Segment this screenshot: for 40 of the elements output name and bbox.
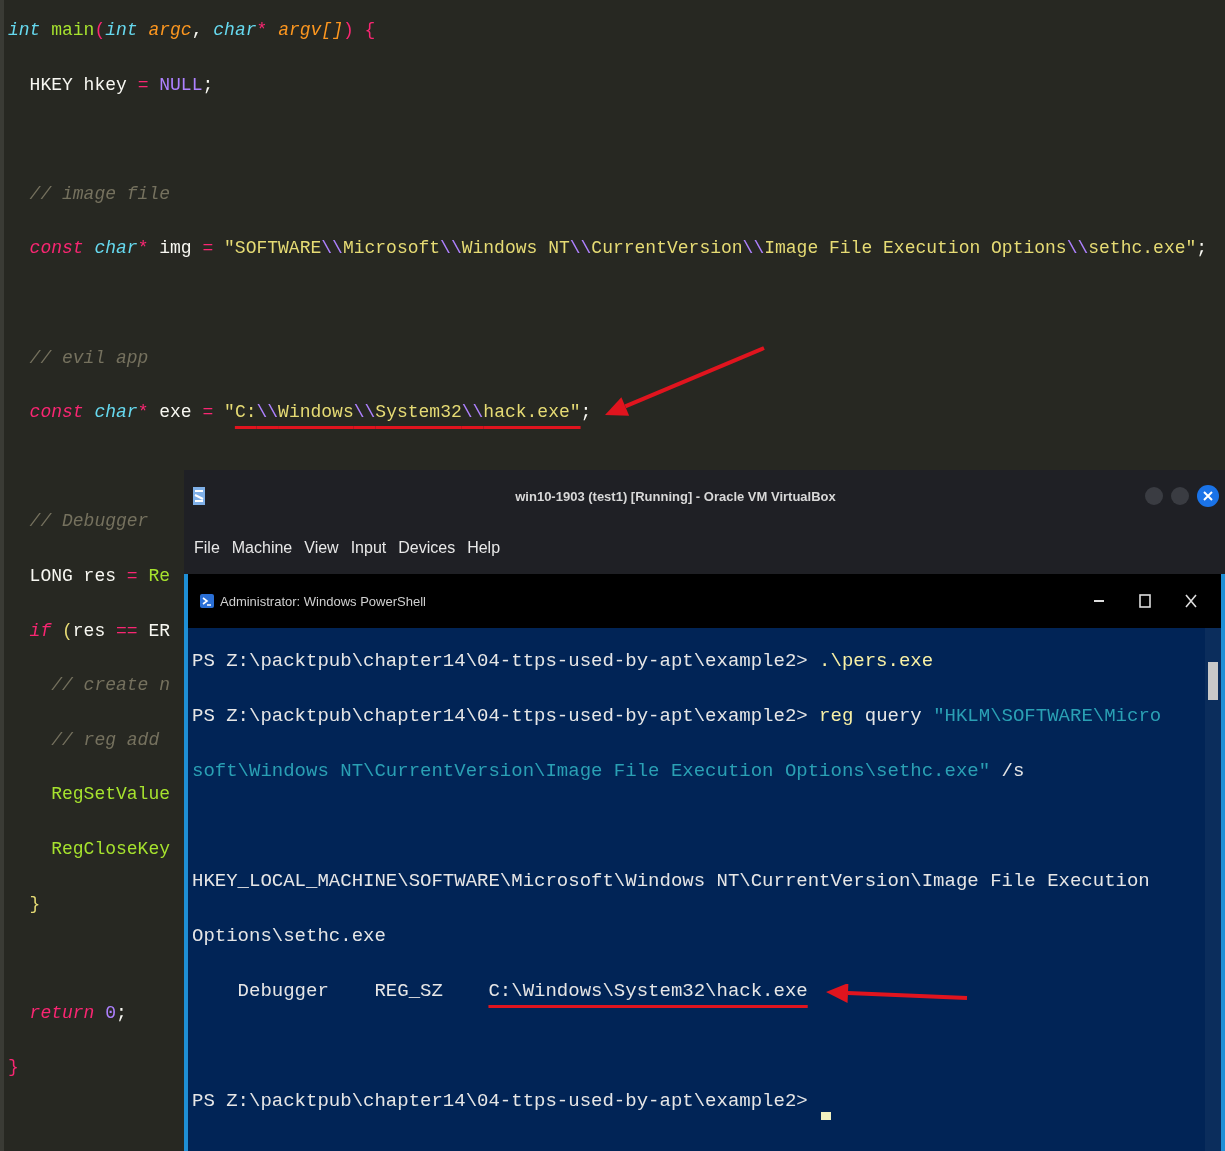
console-line: HKEY_LOCAL_MACHINE\SOFTWARE\Microsoft\Windows NT\CurrentVersion\Image File Execution (192, 869, 1150, 894)
code-line: } (29, 892, 41, 916)
menu-item[interactable]: File (194, 539, 220, 557)
code-line: // image file (29, 182, 171, 206)
console-line: Options\sethc.exe (192, 924, 386, 949)
code-line: RegCloseKey (51, 837, 170, 861)
powershell-icon (200, 594, 214, 608)
menu-item[interactable]: Machine (231, 539, 293, 557)
window-title: Administrator: Windows PowerShell (220, 593, 427, 609)
window-title: win10-1903 (test1) [Running] - Oracle VM VirtualBox (514, 488, 837, 504)
code-line: // evil app (29, 346, 149, 370)
code-line: return 0; (29, 1001, 127, 1025)
scrollbar-thumb[interactable] (1208, 662, 1218, 700)
code-line: HKEY hkey = NULL; (29, 73, 214, 97)
code-line: // Debugger (29, 510, 149, 534)
close-icon (1203, 491, 1213, 501)
menu-item[interactable]: View (304, 539, 339, 557)
console-line: PS Z:\packtpub\chapter14\04-ttps-used-by-apt\example2> (192, 1074, 832, 1129)
minimize-icon (1094, 600, 1104, 602)
code-line: } (8, 1056, 19, 1080)
close-icon (1185, 594, 1197, 608)
code-line: RegSetValue (51, 783, 170, 807)
scrollbar[interactable] (1205, 628, 1221, 1151)
menu-item[interactable]: Input (350, 539, 387, 557)
code-line: // reg add (51, 728, 160, 752)
code-line: const char* img = "SOFTWARE\\Microsoft\\Windows NT\\CurrentVersion\\Image File Execution Options\\sethc.exe"; (29, 237, 1208, 261)
console-line: Debugger REG_SZ C:\Windows\System32\hack.exe (192, 964, 808, 1019)
menu-item[interactable]: Help (467, 539, 501, 557)
menu-item[interactable]: Devices (398, 539, 456, 557)
code-line: // create n (51, 674, 170, 698)
console-line: PS Z:\packtpub\chapter14\04-ttps-used-by-apt\example2> reg query "HKLM\SOFTWARE\Micro (192, 704, 1162, 729)
code-line: const char* exe = "C:\\Windows\\System32\\hack.exe"; (29, 385, 592, 440)
close-button[interactable] (1197, 485, 1219, 507)
code-line: if (res == ER (29, 619, 171, 643)
console-line: PS Z:\packtpub\chapter14\04-ttps-used-by-apt\example2> .\pers.exe (192, 649, 934, 674)
cube-icon (192, 485, 206, 507)
code-line: LONG res = Re (29, 564, 171, 588)
console-line: soft\Windows NT\CurrentVersion\Image File Execution Options\sethc.exe" /s (192, 759, 1025, 784)
maximize-icon (1139, 594, 1151, 608)
code-line: int main(int argc, char* argv[]) { (8, 19, 376, 42)
